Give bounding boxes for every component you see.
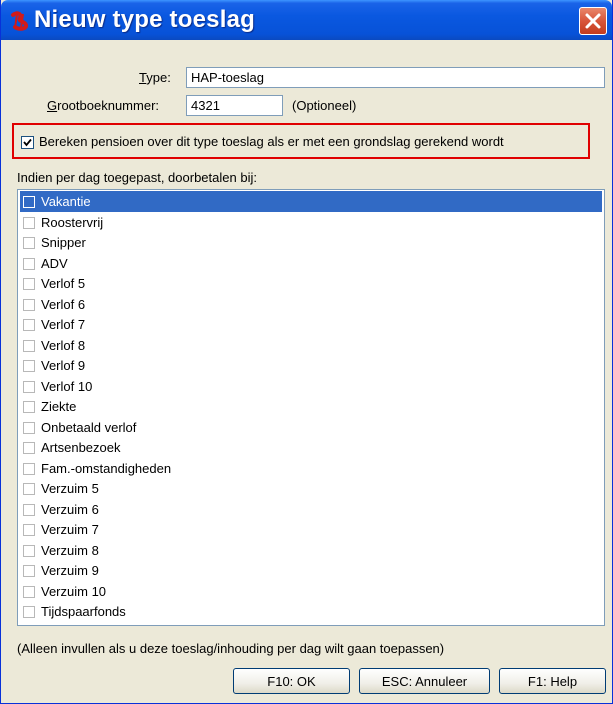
list-item[interactable]: Snipper [20,232,602,253]
list-item[interactable]: ADV [20,253,602,274]
list-item-checkbox[interactable] [23,401,35,413]
list-item[interactable]: Verlof 7 [20,314,602,335]
footnote: (Alleen invullen als u deze toeslag/inho… [17,641,445,656]
list-item-checkbox[interactable] [23,196,35,208]
dialog-window: Nieuw type toeslag Type: HAP-toeslag Gro… [0,0,613,704]
list-item[interactable]: Verzuim 7 [20,519,602,540]
list-item-checkbox[interactable] [23,339,35,352]
list-item[interactable]: Onbetaald verlof [20,417,602,438]
title-bar[interactable]: Nieuw type toeslag [1,0,612,40]
list-item-label: Verlof 9 [41,358,86,373]
ledger-number-input[interactable]: 4321 [186,95,283,116]
ledger-optional-hint: (Optioneel) [292,98,357,113]
list-item-checkbox[interactable] [23,503,35,516]
type-label: Type: [139,70,171,85]
list-item-label: Verzuim 8 [41,542,99,558]
list-item-label: Verzuim 7 [41,522,99,537]
close-icon [585,13,601,29]
ledger-number-label: Grootboeknummer: [47,98,160,113]
cancel-button[interactable]: ESC: Annuleer [359,668,490,694]
ok-button[interactable]: F10: OK [233,668,350,694]
list-item[interactable]: Artsenbezoek [20,437,602,458]
window-title: Nieuw type toeslag [34,6,255,33]
list-item-checkbox[interactable] [23,544,35,557]
list-item-label: Verlof 7 [41,317,86,332]
help-button[interactable]: F1: Help [499,668,606,694]
list-item-label: ADV [41,255,68,271]
checkmark-icon [23,138,32,147]
list-item[interactable]: Roostervrij [20,212,602,233]
list-item-checkbox[interactable] [23,442,35,454]
list-item-label: Roostervrij [41,214,104,230]
app-logo-icon [11,11,29,31]
list-item-checkbox[interactable] [23,462,35,475]
list-item-checkbox[interactable] [23,606,35,618]
list-item-label: Verzuim 5 [41,481,99,496]
close-button[interactable] [579,7,607,35]
list-item-label: Verzuim 10 [41,583,107,599]
list-item[interactable]: Verlof 6 [20,294,602,315]
list-item-checkbox[interactable] [23,278,35,290]
list-item-checkbox[interactable] [23,237,35,249]
list-item-checkbox[interactable] [23,524,35,536]
list-item-label: Verlof 10 [41,378,93,394]
list-item[interactable]: Verzuim 6 [20,499,602,520]
list-item-label: Tijdspaarfonds [41,604,126,619]
list-item[interactable]: Verlof 8 [20,335,602,356]
type-input[interactable]: HAP-toeslag [186,67,605,88]
list-item[interactable]: Verzuim 10 [20,581,602,602]
list-item[interactable]: Verzuim 8 [20,540,602,561]
list-item[interactable]: Verzuim 5 [20,478,602,499]
list-item[interactable]: Verlof 9 [20,355,602,376]
list-item[interactable]: Fam.-omstandigheden [20,458,602,479]
list-item-label: Verzuim 9 [41,563,99,578]
list-item-checkbox[interactable] [23,360,35,372]
list-item-label: Verzuim 6 [41,501,99,517]
leave-type-list[interactable]: Vakantie Roostervrij Snipper ADV Verlof 5 Ver… [17,189,605,626]
list-item[interactable]: Vakantie [20,191,602,212]
list-item-label: Artsenbezoek [41,440,121,455]
list-item[interactable]: Verlof 5 [20,273,602,294]
list-item-checkbox[interactable] [23,585,35,598]
list-item[interactable]: Verlof 10 [20,376,602,397]
list-item-label: Verlof 5 [41,276,86,291]
list-item-checkbox[interactable] [23,565,35,577]
list-item-checkbox[interactable] [23,421,35,434]
list-item-checkbox[interactable] [23,380,35,393]
list-item-label: Onbetaald verlof [41,419,137,435]
list-item-label: Verlof 8 [41,337,86,353]
list-item-checkbox[interactable] [23,298,35,311]
list-item-label: Verlof 6 [41,296,86,312]
list-item-label: Ziekte [41,399,77,414]
list-item-label: Snipper [41,235,86,250]
list-item-label: Vakantie [41,194,91,209]
list-item[interactable]: Verzuim 9 [20,560,602,581]
list-item-checkbox[interactable] [23,257,35,270]
pension-checkbox-label[interactable]: Bereken pensioen over dit type toeslag a… [39,134,504,150]
list-item-checkbox[interactable] [23,216,35,229]
list-item-checkbox[interactable] [23,483,35,495]
list-item-checkbox[interactable] [23,319,35,331]
list-item[interactable]: Ziekte [20,396,602,417]
list-item[interactable]: Tijdspaarfonds [20,601,602,622]
pension-checkbox[interactable] [21,136,34,149]
list-item-label: Fam.-omstandigheden [41,460,172,476]
list-header: Indien per dag toegepast, doorbetalen bi… [17,170,257,185]
